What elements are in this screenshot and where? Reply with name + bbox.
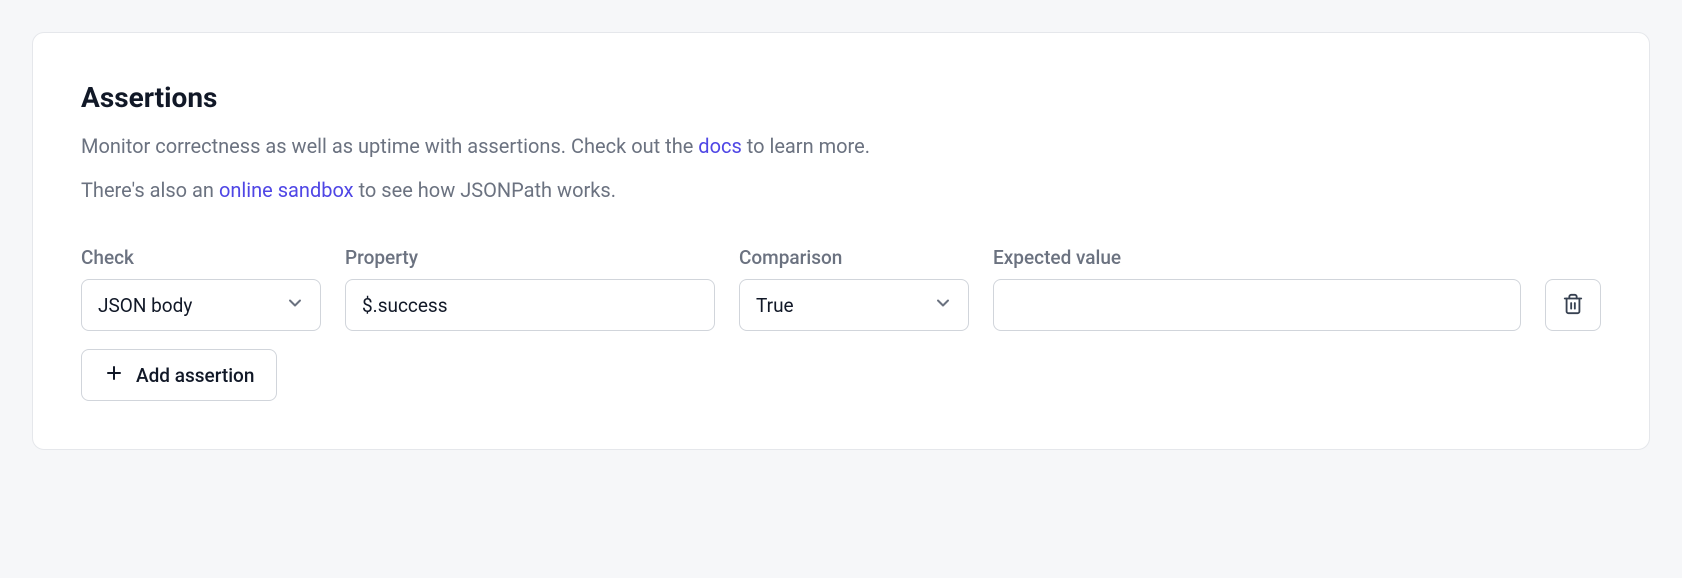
check-field-group: Check JSON body bbox=[81, 246, 321, 331]
docs-link[interactable]: docs bbox=[698, 134, 741, 158]
assertions-card: Assertions Monitor correctness as well a… bbox=[32, 32, 1650, 450]
check-label: Check bbox=[81, 246, 321, 269]
assertion-row: Check JSON body Property Comparison True bbox=[81, 246, 1601, 331]
property-input[interactable] bbox=[345, 279, 715, 331]
add-assertion-button[interactable]: Add assertion bbox=[81, 349, 277, 401]
description-text: Monitor correctness as well as uptime wi… bbox=[81, 134, 698, 158]
delete-assertion-button[interactable] bbox=[1545, 279, 1601, 331]
comparison-select[interactable]: True bbox=[739, 279, 969, 331]
comparison-label: Comparison bbox=[739, 246, 969, 269]
sandbox-link[interactable]: online sandbox bbox=[219, 178, 354, 202]
expected-field-group: Expected value bbox=[993, 246, 1521, 331]
comparison-field-group: Comparison True bbox=[739, 246, 969, 331]
property-field-group: Property bbox=[345, 246, 715, 331]
property-label: Property bbox=[345, 246, 715, 269]
add-assertion-label: Add assertion bbox=[136, 364, 254, 387]
comparison-select-wrapper: True bbox=[739, 279, 969, 331]
section-title: Assertions bbox=[81, 81, 1601, 114]
description-text: to see how JSONPath works. bbox=[354, 178, 616, 202]
check-select-wrapper: JSON body bbox=[81, 279, 321, 331]
description-line-1: Monitor correctness as well as uptime wi… bbox=[81, 130, 1601, 162]
description-text: to learn more. bbox=[742, 134, 870, 158]
description-text: There's also an bbox=[81, 178, 219, 202]
trash-icon bbox=[1562, 293, 1584, 318]
description-line-2: There's also an online sandbox to see ho… bbox=[81, 174, 1601, 206]
expected-label: Expected value bbox=[993, 246, 1521, 269]
plus-icon bbox=[104, 363, 124, 388]
expected-input[interactable] bbox=[993, 279, 1521, 331]
check-select[interactable]: JSON body bbox=[81, 279, 321, 331]
